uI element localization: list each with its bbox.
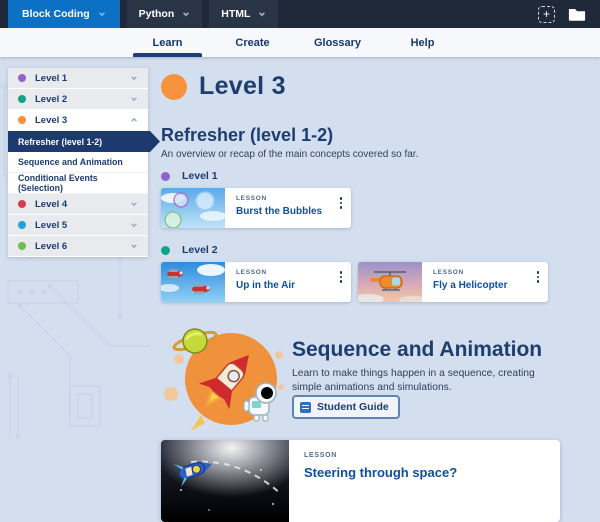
chevron-down-icon[interactable] [130, 95, 138, 103]
group-level-1-label: Level 1 [182, 170, 218, 182]
sidebar-item-level-2[interactable]: Level 2 [8, 89, 148, 110]
tab-html[interactable]: HTML [209, 0, 279, 28]
levels-sidebar: Level 1 Level 2 Level 3 Refresher (level… [8, 68, 160, 257]
lesson-thumbnail-planes [161, 262, 225, 302]
tab-learn[interactable]: Learn [125, 28, 210, 57]
chevron-down-icon [259, 12, 266, 17]
sequence-section-description: Learn to make things happen in a sequenc… [292, 368, 535, 394]
rocket-illustration [164, 328, 284, 431]
page-title: Level 3 [199, 72, 286, 100]
tab-glossary[interactable]: Glossary [295, 28, 380, 57]
sidebar-level-label: Level 5 [35, 219, 68, 231]
tab-create[interactable]: Create [210, 28, 295, 57]
chevron-down-icon[interactable] [130, 242, 138, 250]
level-color-dot [18, 242, 26, 250]
kebab-menu-icon[interactable] [339, 197, 342, 209]
sidebar-item-level-5[interactable]: Level 5 [8, 215, 148, 236]
group-level-2-label: Level 2 [182, 244, 218, 256]
sidebar-item-level-6[interactable]: Level 6 [8, 236, 148, 257]
group-level-1-dot [161, 171, 170, 181]
chevron-up-icon[interactable] [130, 116, 138, 124]
refresher-section-title: Refresher (level 1-2) [161, 125, 334, 145]
lesson-type-label: LESSON [236, 269, 267, 276]
sidebar-level-label: Level 4 [35, 198, 68, 210]
kebab-menu-icon[interactable] [536, 271, 539, 283]
lesson-card-up-in-the-air[interactable]: LESSON Up in the Air [161, 262, 351, 302]
chevron-down-icon [183, 12, 190, 17]
level-color-dot [18, 95, 26, 103]
sidebar-item-level-1[interactable]: Level 1 [8, 68, 148, 89]
lesson-card-fly-a-helicopter[interactable]: LESSON Fly a Helicopter [358, 262, 548, 302]
sidebar-level-label: Level 1 [35, 72, 68, 84]
lesson-thumbnail-space [161, 440, 289, 522]
sidebar-item-level-4[interactable]: Level 4 [8, 194, 148, 215]
section-nav: Learn Create Glossary Help [0, 28, 600, 57]
lesson-thumbnail-helicopter [358, 262, 422, 302]
tab-html-label: HTML [221, 8, 251, 20]
sidebar-level-label: Level 3 [35, 114, 68, 126]
level-color-dot [18, 116, 26, 124]
lesson-title[interactable]: Fly a Helicopter [433, 280, 542, 291]
lesson-card-steering-through-space[interactable]: LESSON Steering through space? [161, 440, 560, 522]
tab-python[interactable]: Python [126, 0, 203, 28]
group-level-2-dot [161, 245, 170, 255]
lesson-card-burst-the-bubbles[interactable]: LESSON Burst the Bubbles [161, 188, 351, 228]
sidebar-level-label: Level 6 [35, 240, 68, 252]
chevron-down-icon[interactable] [130, 74, 138, 82]
tab-python-label: Python [138, 8, 175, 20]
refresher-section-description: An overview or recap of the main concept… [161, 149, 419, 160]
sequence-section-title: Sequence and Animation [292, 338, 543, 361]
student-guide-button[interactable]: Student Guide [292, 395, 400, 419]
lesson-type-label: LESSON [236, 195, 267, 202]
sidebar-level-label: Level 2 [35, 93, 68, 105]
app-top-bar: Block Coding Python HTML + [0, 0, 600, 28]
student-guide-label: Student Guide [317, 401, 389, 413]
chevron-down-icon [98, 12, 105, 17]
sidebar-item-refresher[interactable]: Refresher (level 1-2) [8, 131, 160, 152]
sidebar-item-level-3[interactable]: Level 3 [8, 110, 148, 131]
chevron-down-icon[interactable] [130, 200, 138, 208]
sidebar-item-sequence-animation[interactable]: Sequence and Animation [8, 152, 148, 173]
tab-help[interactable]: Help [380, 28, 465, 57]
lesson-title[interactable]: Up in the Air [236, 280, 345, 291]
folder-icon[interactable] [568, 7, 586, 21]
tab-block-coding-label: Block Coding [22, 8, 90, 20]
level-color-dot [18, 221, 26, 229]
lesson-title[interactable]: Burst the Bubbles [236, 206, 345, 217]
kebab-menu-icon[interactable] [339, 271, 342, 283]
lesson-thumbnail-bubbles [161, 188, 225, 228]
chevron-down-icon[interactable] [130, 221, 138, 229]
level-color-dot [18, 74, 26, 82]
tab-block-coding[interactable]: Block Coding [8, 0, 120, 28]
book-icon [300, 401, 311, 413]
lesson-type-label: LESSON [304, 452, 337, 459]
sidebar-item-conditional-events[interactable]: Conditional Events (Selection) [8, 173, 148, 194]
add-project-icon[interactable]: + [538, 5, 555, 23]
level-color-dot [18, 200, 26, 208]
level-3-color-dot [161, 73, 187, 100]
lesson-type-label: LESSON [433, 269, 464, 276]
lesson-title[interactable]: Steering through space? [304, 465, 554, 480]
